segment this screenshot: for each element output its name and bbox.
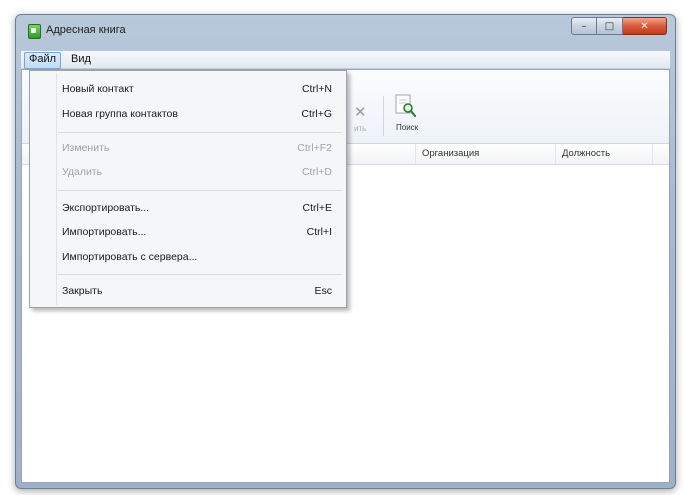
menu-item-label: Импортировать с сервера... bbox=[62, 251, 198, 263]
caption-buttons: – □ ✕ bbox=[571, 17, 667, 37]
menu-item-label: Закрыть bbox=[62, 285, 103, 297]
menu-separator bbox=[58, 274, 342, 275]
menu-item-label: Экспортировать... bbox=[62, 202, 150, 214]
menu-item-delete: Удалить Ctrl+D bbox=[32, 163, 344, 183]
search-button-label: Поиск bbox=[396, 123, 419, 132]
maximize-button[interactable]: □ bbox=[597, 17, 623, 35]
menu-item-new-group[interactable]: Новая группа контактов Ctrl+G bbox=[32, 105, 344, 125]
minimize-button[interactable]: – bbox=[571, 17, 597, 35]
menu-item-shortcut: Ctrl+E bbox=[302, 202, 332, 214]
menu-item-label: Удалить bbox=[62, 166, 103, 178]
maximize-icon: □ bbox=[604, 20, 615, 32]
menu-item-import[interactable]: Импортировать... Ctrl+I bbox=[32, 223, 344, 243]
title-bar[interactable]: Адресная книга – □ ✕ bbox=[16, 15, 675, 45]
menu-bar: Файл Вид bbox=[21, 51, 670, 69]
menu-item-new-contact[interactable]: Новый контакт Ctrl+N bbox=[32, 80, 344, 100]
menu-item-label: Новая группа контактов bbox=[62, 108, 178, 120]
menu-item-export[interactable]: Экспортировать... Ctrl+E bbox=[32, 199, 344, 219]
address-book-icon bbox=[28, 24, 41, 39]
column-header-organization[interactable]: Организация bbox=[415, 144, 555, 164]
menu-item-edit: Изменить Ctrl+F2 bbox=[32, 139, 344, 159]
menu-item-close[interactable]: Закрыть Esc bbox=[32, 282, 344, 302]
minimize-icon: – bbox=[581, 20, 587, 32]
menu-file[interactable]: Файл bbox=[24, 52, 62, 69]
menu-item-shortcut: Ctrl+I bbox=[306, 226, 332, 238]
menu-item-label: Изменить bbox=[62, 142, 110, 154]
menu-item-label: Импортировать... bbox=[62, 226, 147, 238]
menu-item-shortcut: Ctrl+F2 bbox=[297, 142, 332, 154]
search-button[interactable]: Поиск bbox=[390, 92, 432, 138]
window-title: Адресная книга bbox=[46, 24, 126, 36]
menu-view[interactable]: Вид bbox=[67, 52, 95, 67]
menu-item-shortcut: Ctrl+G bbox=[301, 108, 332, 120]
menu-item-label: Новый контакт bbox=[62, 83, 134, 95]
close-button[interactable]: ✕ bbox=[623, 17, 667, 35]
delete-icon: ✕ bbox=[354, 103, 367, 121]
menu-item-shortcut: Ctrl+D bbox=[301, 166, 332, 178]
file-menu-dropdown: Новый контакт Ctrl+N Новая группа контак… bbox=[29, 70, 347, 308]
column-header-filler bbox=[652, 144, 671, 164]
menu-separator bbox=[58, 132, 342, 133]
toolbar-separator bbox=[383, 96, 384, 136]
menu-item-shortcut: Ctrl+N bbox=[301, 83, 332, 95]
menu-item-import-from-server[interactable]: Импортировать с сервера... bbox=[32, 248, 344, 268]
search-icon bbox=[395, 94, 417, 118]
close-icon: ✕ bbox=[640, 20, 649, 32]
delete-button-label: ить bbox=[354, 124, 367, 133]
menu-item-shortcut: Esc bbox=[314, 285, 332, 297]
menu-separator bbox=[58, 190, 342, 191]
